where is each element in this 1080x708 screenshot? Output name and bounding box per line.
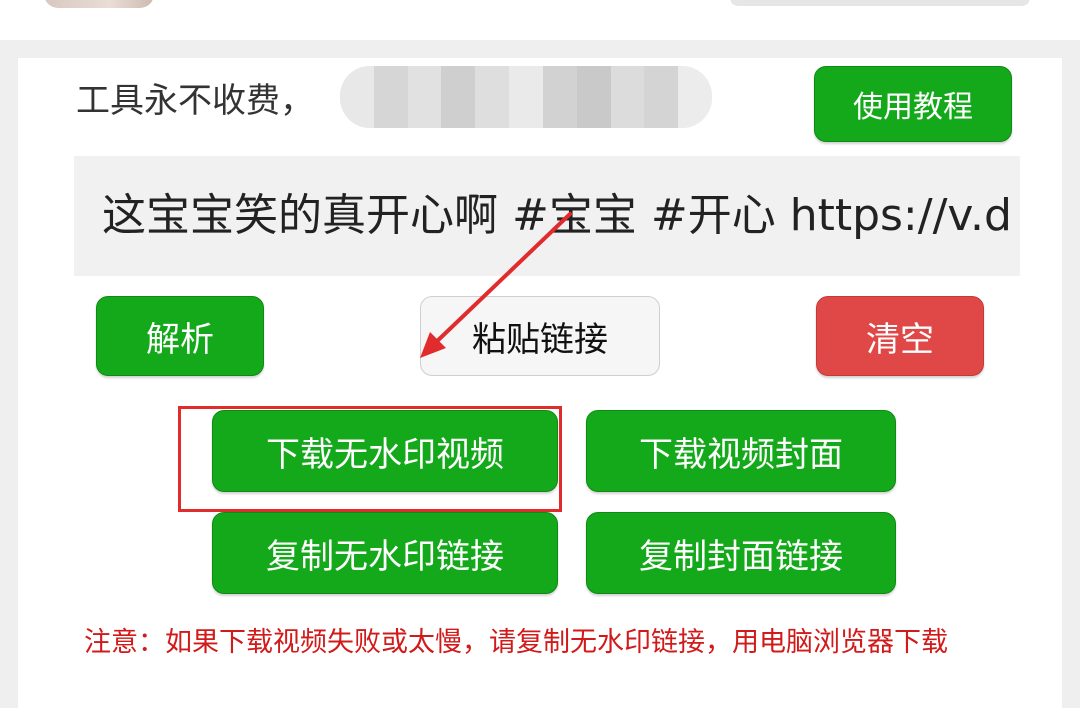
censored-mosaic bbox=[340, 66, 712, 128]
tutorial-button[interactable]: 使用教程 bbox=[814, 66, 1012, 142]
copy-cover-link-button[interactable]: 复制封面链接 bbox=[586, 512, 896, 594]
copy-video-link-button[interactable]: 复制无水印链接 bbox=[212, 512, 558, 594]
previous-card-edge bbox=[0, 0, 1080, 40]
clear-button[interactable]: 清空 bbox=[816, 296, 984, 376]
page: 工具永不收费， 使用教程 这宝宝笑的真开心啊 #宝宝 #开心 https://v… bbox=[0, 0, 1080, 708]
annotation-highlight-box bbox=[178, 406, 562, 512]
blurred-region bbox=[730, 0, 1030, 6]
parse-button[interactable]: 解析 bbox=[96, 296, 264, 376]
notice-row: 工具永不收费， bbox=[76, 78, 314, 124]
warning-text: 注意：如果下载视频失败或太慢，请复制无水印链接，用电脑浏览器下载 bbox=[84, 627, 948, 658]
link-input[interactable]: 这宝宝笑的真开心啊 #宝宝 #开心 https://v.d bbox=[74, 156, 1020, 276]
free-notice-text: 工具永不收费， bbox=[76, 81, 314, 121]
paste-link-button[interactable]: 粘贴链接 bbox=[420, 296, 660, 376]
download-cover-button[interactable]: 下载视频封面 bbox=[586, 410, 896, 492]
avatar bbox=[44, 0, 154, 8]
link-input-value: 这宝宝笑的真开心啊 #宝宝 #开心 https://v.d bbox=[102, 190, 1012, 241]
